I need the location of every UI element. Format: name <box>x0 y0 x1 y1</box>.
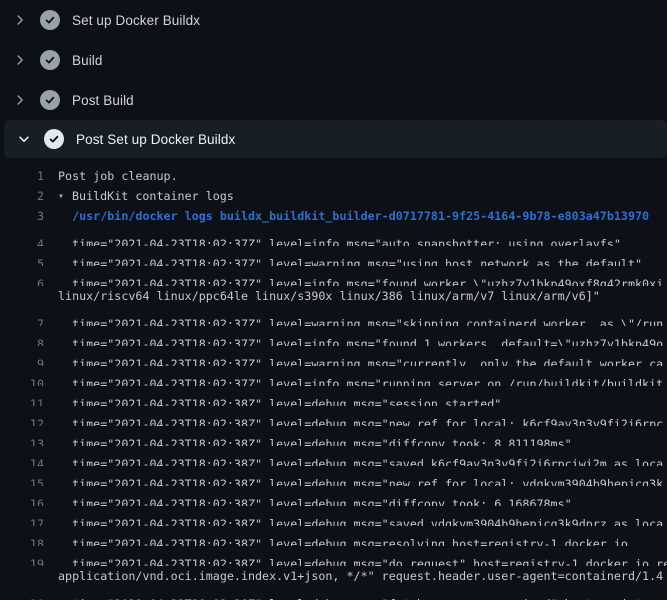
log-line: 7 time="2021-04-23T18:02:37Z" level=warn… <box>0 306 667 326</box>
step-label: Build <box>72 53 103 68</box>
step-label: Post Build <box>72 93 134 108</box>
log-line-number[interactable]: 14 <box>0 454 44 466</box>
log-line-number[interactable]: 18 <box>0 534 44 546</box>
log-line-text: time="2021-04-23T18:02:38Z" level=debug … <box>44 594 667 600</box>
log-line: 6 time="2021-04-23T18:02:37Z" level=info… <box>0 266 667 286</box>
log-line-text: time="2021-04-23T18:02:37Z" level=info m… <box>44 234 667 246</box>
log-line-text: time="2021-04-23T18:02:38Z" level=debug … <box>44 554 667 566</box>
log-line: 18 time="2021-04-23T18:02:38Z" level=deb… <box>0 526 667 546</box>
log-line: linux/riscv64 linux/ppc64le linux/s390x … <box>0 286 667 306</box>
log-container: 1 Post job cleanup. 2 ▾BuildKit containe… <box>0 158 667 600</box>
check-circle-icon <box>44 129 64 149</box>
log-line-text: time="2021-04-23T18:02:38Z" level=debug … <box>44 394 667 406</box>
log-line-text: time="2021-04-23T18:02:38Z" level=debug … <box>44 434 667 446</box>
log-line: 15 time="2021-04-23T18:02:38Z" level=deb… <box>0 466 667 486</box>
log-line: 16 time="2021-04-23T18:02:38Z" level=deb… <box>0 486 667 506</box>
log-line: application/vnd.oci.image.index.v1+json,… <box>0 566 667 586</box>
log-line: 12 time="2021-04-23T18:02:38Z" level=deb… <box>0 406 667 426</box>
log-line-text: time="2021-04-23T18:02:38Z" level=debug … <box>44 494 667 506</box>
checkmark-glyph <box>44 54 56 66</box>
checkmark-glyph <box>48 133 60 145</box>
log-line-number[interactable]: 7 <box>0 314 44 326</box>
log-line-number[interactable]: 8 <box>0 334 44 346</box>
log-line: 19 time="2021-04-23T18:02:38Z" level=deb… <box>0 546 667 566</box>
chevron-down-icon[interactable] <box>16 131 32 147</box>
log-line-number <box>0 286 44 306</box>
log-line-number[interactable]: 4 <box>0 234 44 246</box>
log-line-number <box>0 566 44 586</box>
log-line-text: time="2021-04-23T18:02:37Z" level=info m… <box>44 334 667 346</box>
log-line-number[interactable]: 20 <box>0 594 44 600</box>
step-label: Post Set up Docker Buildx <box>76 132 235 147</box>
log-line-text: time="2021-04-23T18:02:37Z" level=warnin… <box>44 314 667 326</box>
log-line-number[interactable]: 12 <box>0 414 44 426</box>
log-line: 14 time="2021-04-23T18:02:38Z" level=deb… <box>0 446 667 466</box>
log-line: 5 time="2021-04-23T18:02:37Z" level=warn… <box>0 246 667 266</box>
chevron-right-icon[interactable] <box>12 92 28 108</box>
log-line-number[interactable]: 6 <box>0 274 44 286</box>
log-line-number[interactable]: 3 <box>0 206 44 226</box>
log-line: 10 time="2021-04-23T18:02:37Z" level=inf… <box>0 366 667 386</box>
group-expand-triangle-icon[interactable]: ▾ <box>58 187 72 206</box>
log-line-number[interactable]: 19 <box>0 554 44 566</box>
log-line-text: linux/riscv64 linux/ppc64le linux/s390x … <box>44 286 667 306</box>
step-label: Set up Docker Buildx <box>72 13 200 28</box>
log-line-number[interactable]: 16 <box>0 494 44 506</box>
log-line-number[interactable]: 1 <box>0 166 44 186</box>
log-line-number[interactable]: 17 <box>0 514 44 526</box>
log-line-number[interactable]: 10 <box>0 374 44 386</box>
log-line: 11 time="2021-04-23T18:02:38Z" level=deb… <box>0 386 667 406</box>
log-line-text: time="2021-04-23T18:02:37Z" level=warnin… <box>44 354 667 366</box>
check-circle-icon <box>40 90 60 110</box>
log-line-text: time="2021-04-23T18:02:38Z" level=debug … <box>44 454 667 466</box>
actions-log-viewer: Set up Docker Buildx Build Post Build Po… <box>0 0 667 600</box>
log-line-text: time="2021-04-23T18:02:38Z" level=debug … <box>44 514 667 526</box>
log-line: 4 time="2021-04-23T18:02:37Z" level=info… <box>0 226 667 246</box>
log-line-text: time="2021-04-23T18:02:37Z" level=warnin… <box>44 254 667 266</box>
log-line: 3 /usr/bin/docker logs buildx_buildkit_b… <box>0 206 667 226</box>
log-line: 13 time="2021-04-23T18:02:38Z" level=deb… <box>0 426 667 446</box>
log-line-text: time="2021-04-23T18:02:38Z" level=debug … <box>44 474 667 486</box>
log-line-text: time="2021-04-23T18:02:38Z" level=debug … <box>44 414 667 426</box>
checkmark-glyph <box>44 94 56 106</box>
check-circle-icon <box>40 50 60 70</box>
log-line-number[interactable]: 15 <box>0 474 44 486</box>
log-line-number[interactable]: 11 <box>0 394 44 406</box>
log-line: 1 Post job cleanup. <box>0 166 667 186</box>
check-circle-icon <box>40 10 60 30</box>
checkmark-glyph <box>44 14 56 26</box>
chevron-right-icon[interactable] <box>12 12 28 28</box>
log-line-text: time="2021-04-23T18:02:38Z" level=debug … <box>44 534 667 546</box>
log-line: 2 ▾BuildKit container logs <box>0 186 667 206</box>
chevron-right-icon[interactable] <box>12 52 28 68</box>
log-line-text: /usr/bin/docker logs buildx_buildkit_bui… <box>44 206 667 226</box>
log-line-number[interactable]: 2 <box>0 186 44 206</box>
log-line-text: time="2021-04-23T18:02:37Z" level=info m… <box>44 274 667 286</box>
log-line-number[interactable]: 5 <box>0 254 44 266</box>
step-row-post-set-up-docker-buildx[interactable]: Post Set up Docker Buildx <box>4 120 667 158</box>
steps-list: Set up Docker Buildx Build Post Build Po… <box>0 0 667 158</box>
log-line: 20 time="2021-04-23T18:02:38Z" level=deb… <box>0 586 667 600</box>
group-title[interactable]: BuildKit container logs <box>72 189 234 203</box>
log-line-text: ▾BuildKit container logs <box>44 186 667 206</box>
log-line: 8 time="2021-04-23T18:02:37Z" level=info… <box>0 326 667 346</box>
log-line-text: Post job cleanup. <box>44 166 667 186</box>
log-line-number[interactable]: 13 <box>0 434 44 446</box>
log-line-number[interactable]: 9 <box>0 354 44 366</box>
log-line-text: time="2021-04-23T18:02:37Z" level=info m… <box>44 374 667 386</box>
step-row-build[interactable]: Build <box>0 40 667 80</box>
step-row-set-up-docker-buildx[interactable]: Set up Docker Buildx <box>0 0 667 40</box>
log-line-text: application/vnd.oci.image.index.v1+json,… <box>44 566 667 586</box>
log-line: 9 time="2021-04-23T18:02:37Z" level=warn… <box>0 346 667 366</box>
step-row-post-build[interactable]: Post Build <box>0 80 667 120</box>
log-line: 17 time="2021-04-23T18:02:38Z" level=deb… <box>0 506 667 526</box>
